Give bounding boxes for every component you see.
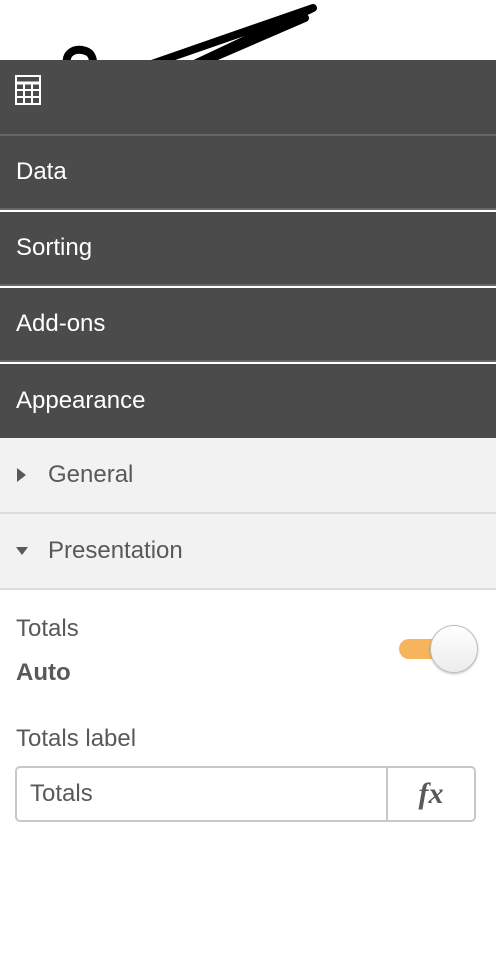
subsection-label: Presentation xyxy=(48,537,183,564)
totals-label: Totals xyxy=(16,615,79,642)
section-label: Add-ons xyxy=(16,310,106,337)
toggle-knob[interactable] xyxy=(430,625,478,673)
caret-right-icon xyxy=(17,468,26,482)
subsection-presentation[interactable]: Presentation xyxy=(0,514,496,590)
totals-toggle[interactable] xyxy=(396,624,480,674)
object-header xyxy=(0,60,496,136)
subsection-general[interactable]: General xyxy=(0,438,496,514)
totals-label-input-group: fx xyxy=(15,766,476,822)
section-add-ons[interactable]: Add-ons xyxy=(0,288,496,362)
fx-icon: fx xyxy=(418,777,444,810)
section-sorting[interactable]: Sorting xyxy=(0,212,496,286)
table-icon xyxy=(15,75,41,105)
totals-label-input[interactable] xyxy=(17,768,386,820)
section-label: Appearance xyxy=(16,387,146,414)
caret-down-icon xyxy=(16,547,28,555)
section-label: Sorting xyxy=(16,234,93,261)
section-label: Data xyxy=(16,158,67,185)
totals-label-field-label: Totals label xyxy=(16,725,137,752)
subsection-label: General xyxy=(48,461,134,488)
totals-value: Auto xyxy=(16,659,71,686)
fx-button[interactable]: fx xyxy=(386,768,474,820)
section-data[interactable]: Data xyxy=(0,136,496,210)
section-appearance[interactable]: Appearance xyxy=(0,364,496,438)
